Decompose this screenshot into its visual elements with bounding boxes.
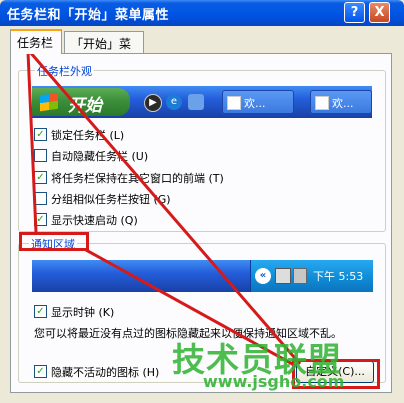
tab-taskbar[interactable]: 任务栏	[10, 29, 62, 54]
annotation-arrow	[28, 51, 302, 365]
watermark-url: www.jsgho.com	[203, 372, 345, 391]
annotation-arrow	[26, 51, 38, 233]
